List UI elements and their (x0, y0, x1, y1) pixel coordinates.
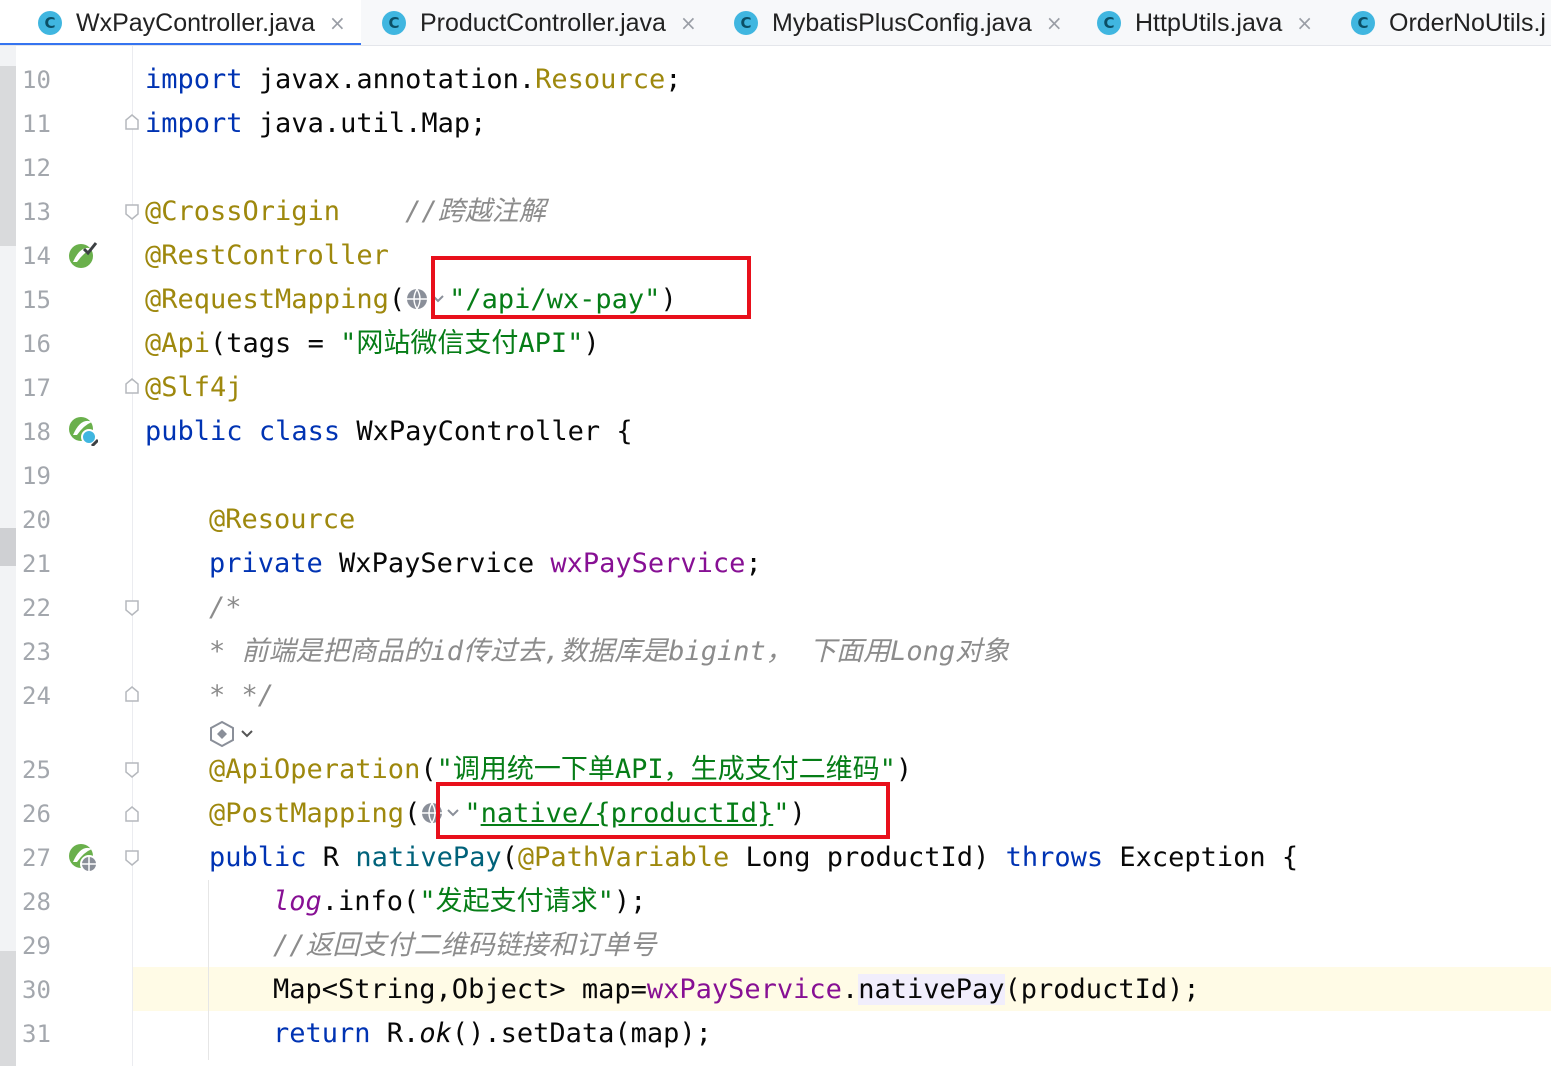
code-line-23[interactable]: * 前端是把商品的id传过去,数据库是bigint， 下面用Long对象 (209, 630, 1009, 674)
tab-productcontroller[interactable]: C ProductController.java × (382, 0, 697, 45)
line-number: 28 (22, 888, 51, 916)
line-number: 17 (22, 374, 51, 402)
line-number: 20 (22, 506, 51, 534)
code-line-20[interactable]: @Resource (209, 498, 355, 542)
tab-label: MybatisPlusConfig.java (772, 8, 1032, 37)
code-line-21[interactable]: private WxPayService wxPayService; (209, 542, 762, 586)
line-number: 11 (22, 110, 51, 138)
code-line-17[interactable]: @Slf4j (145, 366, 243, 410)
line-number: 29 (22, 932, 51, 960)
code-line-10[interactable]: import javax.annotation.Resource; (145, 58, 681, 102)
code-line-14[interactable]: @RestController (145, 234, 389, 278)
highlight-box-post-mapping (436, 782, 890, 839)
close-tab-icon[interactable]: × (329, 11, 346, 35)
line-number: 31 (22, 1020, 51, 1048)
left-tool-strip (0, 46, 16, 1066)
line-number: 16 (22, 330, 51, 358)
code-line-29[interactable]: //返回支付二维码链接和订单号 (273, 924, 657, 968)
line-number: 14 (22, 242, 51, 270)
line-number: 12 (22, 154, 51, 182)
tab-label: HttpUtils.java (1135, 8, 1283, 37)
spring-bean-check-icon[interactable] (68, 240, 98, 270)
java-class-icon: C (382, 11, 406, 35)
code-line-22[interactable]: /* (209, 586, 242, 630)
java-class-icon: C (734, 11, 758, 35)
tab-wxpaycontroller[interactable]: C WxPayController.java × (0, 0, 361, 45)
java-class-icon: C (1351, 11, 1375, 35)
line-number: 24 (22, 682, 51, 710)
tab-label: WxPayController.java (76, 8, 315, 37)
editor-gutter[interactable] (0, 46, 133, 1066)
tab-mybatisplusconfig[interactable]: C MybatisPlusConfig.java × (734, 0, 1063, 45)
code-line-30[interactable]: Map<String,Object> map=wxPayService.nati… (273, 968, 1200, 1012)
code-line-24[interactable]: * */ (209, 674, 274, 718)
code-line-31[interactable]: return R.ok().setData(map); (273, 1012, 712, 1056)
line-number: 25 (22, 756, 51, 784)
spring-web-endpoint-icon[interactable] (68, 843, 98, 873)
code-line-11[interactable]: import java.util.Map; (145, 102, 486, 146)
ai-assistant-icon[interactable] (209, 720, 259, 748)
close-tab-icon[interactable]: × (680, 11, 697, 35)
line-number: 18 (22, 418, 51, 446)
code-editor[interactable]: import javax.annotation.Resource; import… (134, 46, 1551, 1066)
java-class-icon: C (38, 11, 62, 35)
code-line-13[interactable]: @CrossOrigin //跨越注解 (145, 190, 546, 234)
line-number: 26 (22, 800, 51, 828)
line-number: 15 (22, 286, 51, 314)
tab-httputils[interactable]: C HttpUtils.java × (1097, 0, 1313, 45)
line-number: 13 (22, 198, 51, 226)
indent-guide (208, 880, 209, 1060)
java-class-icon: C (1097, 11, 1121, 35)
tab-ordernoutils[interactable]: C OrderNoUtils.j (1351, 0, 1546, 45)
close-tab-icon[interactable]: × (1046, 11, 1063, 35)
line-number: 22 (22, 594, 51, 622)
close-tab-icon[interactable]: × (1296, 11, 1313, 35)
line-number: 30 (22, 976, 51, 1004)
line-number: 27 (22, 844, 51, 872)
highlight-box-request-mapping (431, 256, 751, 319)
code-line-16[interactable]: @Api(tags = "网站微信支付API") (145, 322, 600, 366)
spring-bean-navigate-icon[interactable] (68, 416, 98, 446)
line-number: 23 (22, 638, 51, 666)
code-line-27[interactable]: public R nativePay(@PathVariable Long pr… (209, 836, 1298, 880)
tab-label: OrderNoUtils.j (1389, 8, 1546, 37)
editor-tab-bar: C WxPayController.java × C ProductContro… (0, 0, 1551, 46)
tab-label: ProductController.java (420, 8, 666, 37)
line-number: 19 (22, 462, 51, 490)
line-number: 21 (22, 550, 51, 578)
line-number: 10 (22, 66, 51, 94)
code-line-18[interactable]: public class WxPayController { (145, 410, 633, 454)
code-line-28[interactable]: log.info("发起支付请求"); (273, 880, 646, 924)
